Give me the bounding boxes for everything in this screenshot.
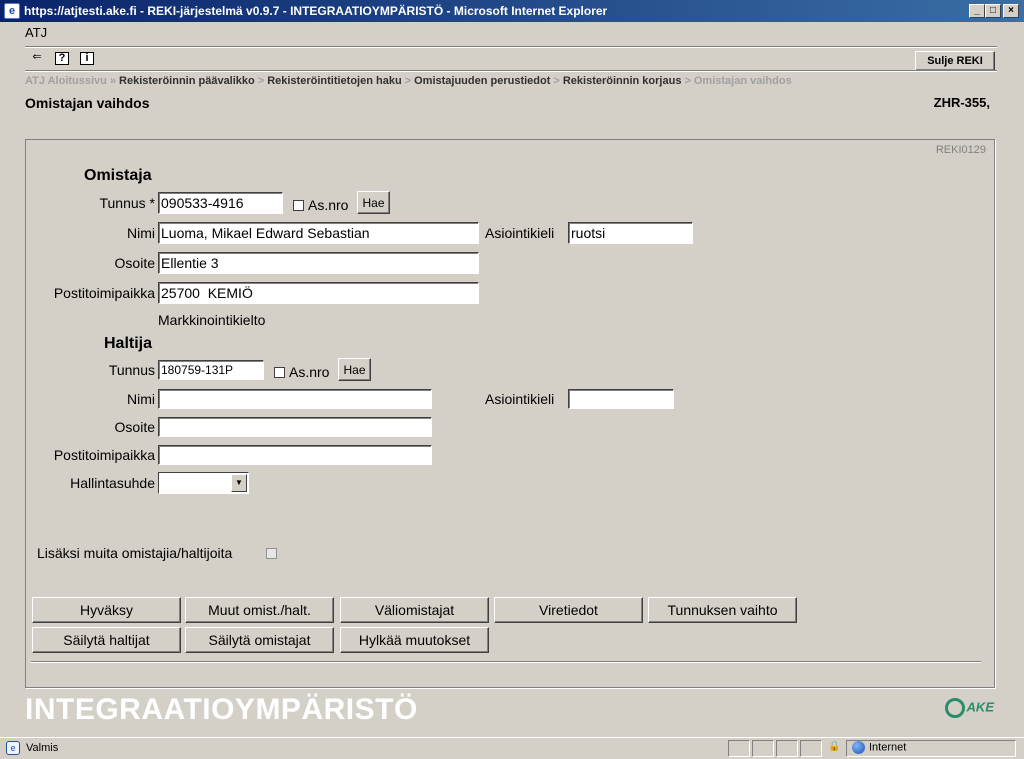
breadcrumb-separator: »	[109, 75, 117, 87]
close-reki-button[interactable]: Sulje REKI	[915, 51, 995, 71]
holder-language-label: Asiointikieli	[485, 391, 555, 407]
holder-address-label: Osoite	[114, 419, 155, 435]
back-arrow-icon[interactable]: ⇐	[30, 52, 44, 65]
security-zone: Internet	[852, 741, 906, 754]
change-id-button[interactable]: Tunnuksen vaihto	[648, 597, 797, 623]
holder-postal-label: Postitoimipaikka	[53, 447, 155, 463]
info-icon[interactable]: i	[80, 52, 94, 65]
holder-name-label: Nimi	[127, 391, 155, 407]
breadcrumb-separator: >	[257, 75, 265, 87]
help-icon[interactable]: ?	[55, 52, 69, 65]
status-bar: e Valmis 🔒 Internet	[0, 737, 1024, 759]
other-owners-button[interactable]: Muut omist./halt.	[185, 597, 334, 623]
holder-id-label: Tunnus	[108, 362, 155, 378]
pending-info-button[interactable]: Viretiedot	[494, 597, 643, 623]
breadcrumb: ATJ Aloitussivu» Rekisteröinnin päävalikk…	[25, 75, 792, 87]
breadcrumb-separator: >	[404, 75, 412, 87]
intermediate-owners-button[interactable]: Väliomistajat	[340, 597, 489, 623]
marketing-ban-text: Markkinointikielto	[158, 312, 266, 328]
owner-address-label: Osoite	[114, 255, 155, 271]
owner-asnro-checkbox[interactable]	[293, 200, 304, 211]
more-owners-checkbox[interactable]	[266, 548, 277, 559]
status-pane	[728, 740, 750, 757]
holder-relation-select[interactable]: ▼	[158, 472, 249, 494]
holder-asnro-checkbox[interactable]	[274, 367, 285, 378]
owner-language-input[interactable]	[568, 222, 693, 244]
reject-changes-button[interactable]: Hylkää muutokset	[340, 627, 489, 653]
holder-address-input[interactable]	[158, 417, 432, 437]
owner-address-input[interactable]	[158, 252, 479, 274]
status-pane	[752, 740, 774, 757]
breadcrumb-separator: >	[684, 75, 691, 87]
window-title: https://atjtesti.ake.fi - REKI-järjestel…	[24, 4, 608, 18]
owner-postal-label: Postitoimipaikka	[53, 285, 155, 301]
breadcrumb-separator: >	[553, 75, 560, 87]
owner-asnro-label: As.nro	[308, 197, 349, 213]
holder-search-button[interactable]: Hae	[338, 358, 371, 381]
page-status-icon: e	[6, 741, 20, 755]
owner-language-label: Asiointikieli	[485, 225, 555, 241]
holder-asnro-label: As.nro	[289, 364, 330, 380]
panel-footer-divider	[31, 661, 981, 663]
holder-section-title: Haltija	[104, 335, 153, 352]
owner-name-label: Nimi	[127, 225, 155, 241]
accept-button[interactable]: Hyväksy	[32, 597, 181, 623]
environment-label: INTEGRAATIOYMPÄRISTÖ	[25, 693, 418, 726]
ake-logo: AKE	[944, 698, 994, 718]
breadcrumb-ownership[interactable]: Omistajuuden perustiedot	[414, 75, 550, 87]
breadcrumb-home[interactable]: ATJ Aloitussivu	[25, 75, 107, 87]
status-pane	[800, 740, 822, 757]
ie-icon: e	[4, 3, 20, 19]
zone-text: Internet	[869, 741, 907, 754]
owner-postal-input[interactable]	[158, 282, 479, 304]
system-label: ATJ	[25, 25, 48, 40]
lock-icon: 🔒	[828, 741, 841, 752]
form-panel: REKI0129 Omistaja Tunnus * As.nro Hae Ni…	[25, 139, 995, 688]
globe-icon	[852, 741, 865, 754]
page-content: ATJ ⇐ ? i Sulje REKI ATJ Aloitussivu» Rek…	[4, 22, 1020, 735]
owner-id-input[interactable]	[158, 192, 283, 214]
minimize-button[interactable]: _	[969, 4, 985, 18]
more-owners-label: Lisäksi muita omistajia/haltijoita	[37, 545, 233, 561]
breadcrumb-correction[interactable]: Rekisteröinnin korjaus	[563, 75, 682, 87]
breadcrumb-search[interactable]: Rekisteröintitietojen haku	[267, 75, 401, 87]
maximize-button[interactable]: □	[985, 4, 1001, 18]
owner-search-button[interactable]: Hae	[357, 191, 390, 214]
toolbar-divider	[25, 70, 997, 72]
holder-id-input[interactable]	[158, 360, 264, 380]
owner-name-input[interactable]	[158, 222, 479, 244]
header-divider	[25, 46, 997, 48]
form-code: REKI0129	[935, 144, 986, 156]
owner-id-label: Tunnus *	[99, 195, 155, 211]
holder-name-input[interactable]	[158, 389, 432, 409]
keep-holders-button[interactable]: Säilytä haltijat	[32, 627, 181, 653]
keep-owners-button[interactable]: Säilytä omistajat	[185, 627, 334, 653]
holder-relation-label: Hallintasuhde	[70, 475, 155, 491]
breadcrumb-main-menu[interactable]: Rekisteröinnin päävalikko	[119, 75, 255, 87]
status-text: Valmis	[26, 742, 59, 754]
ake-logo-icon	[944, 698, 965, 718]
chevron-down-icon[interactable]: ▼	[231, 474, 247, 492]
breadcrumb-current: Omistajan vaihdos	[693, 75, 792, 87]
holder-postal-input[interactable]	[158, 445, 432, 465]
window-titlebar: e https://atjtesti.ake.fi - REKI-järjest…	[0, 0, 1024, 22]
close-window-button[interactable]: ×	[1003, 4, 1019, 18]
status-pane	[776, 740, 798, 757]
owner-section-title: Omistaja	[84, 167, 152, 184]
holder-language-input[interactable]	[568, 389, 674, 409]
ake-logo-text: AKE	[966, 699, 994, 715]
registration-number: ZHR-355,	[933, 95, 990, 110]
page-title: Omistajan vaihdos	[25, 95, 150, 111]
